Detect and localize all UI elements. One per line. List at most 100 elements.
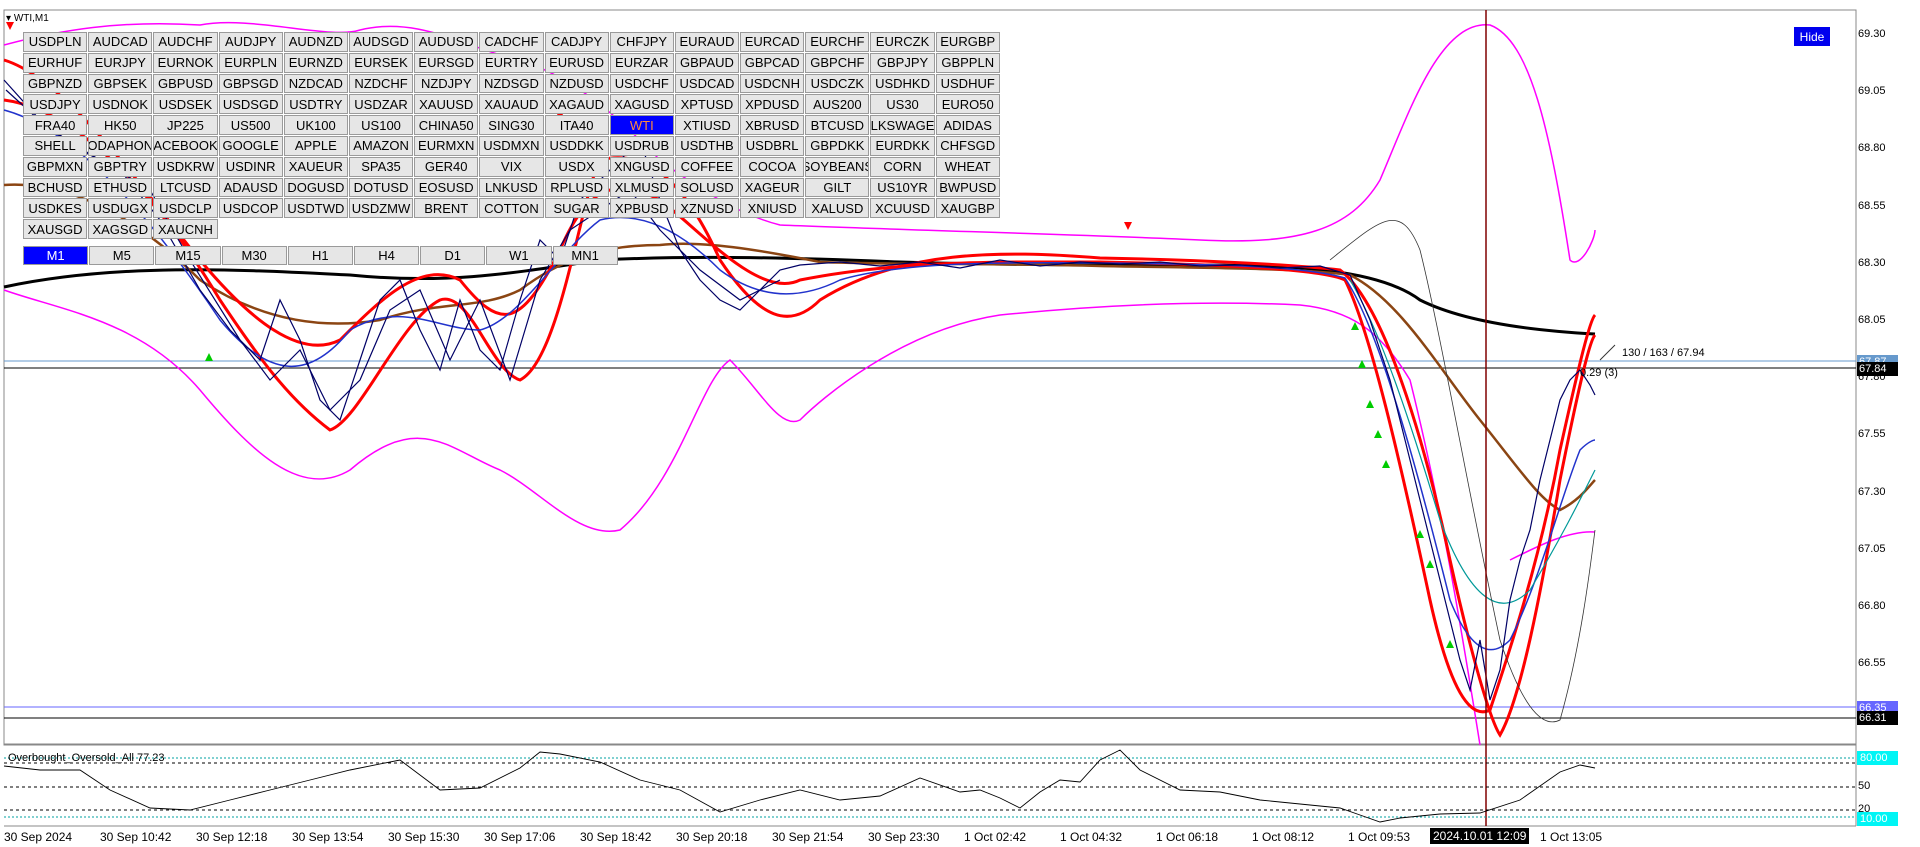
symbol-button-aus200[interactable]: AUS200 [805, 94, 870, 115]
symbol-button-audchf[interactable]: AUDCHF [153, 32, 218, 52]
symbol-button-xauaud[interactable]: XAUAUD [479, 94, 544, 115]
symbol-button-eurhuf[interactable]: EURHUF [23, 52, 88, 73]
symbol-button-xageur[interactable]: XAGEUR [740, 177, 805, 198]
symbol-button-ita40[interactable]: ITA40 [544, 115, 609, 135]
symbol-button-usdinr[interactable]: USDINR [218, 156, 283, 177]
symbol-button-adidas[interactable]: ADIDAS [935, 115, 1000, 135]
symbol-button-adausd[interactable]: ADAUSD [218, 177, 283, 198]
symbol-button-apple[interactable]: APPLE [283, 135, 348, 156]
symbol-button-eursgd[interactable]: EURSGD [414, 52, 479, 73]
symbol-button-usdkes[interactable]: USDKES [23, 198, 88, 219]
symbol-button-xagaud[interactable]: XAGAUD [544, 94, 609, 115]
symbol-button-xaueur[interactable]: XAUEUR [283, 156, 348, 177]
timeframe-button-h4[interactable]: H4 [353, 246, 420, 265]
symbol-button-jp225[interactable]: JP225 [153, 115, 218, 135]
symbol-button-eurnzd[interactable]: EURNZD [283, 52, 348, 73]
symbol-button-brent[interactable]: BRENT [414, 198, 479, 219]
symbol-button-cocoa[interactable]: COCOA [740, 156, 805, 177]
symbol-button-usdtwd[interactable]: USDTWD [283, 198, 348, 219]
symbol-button-eurczk[interactable]: EURCZK [870, 32, 935, 52]
symbol-button-gbpmxn[interactable]: GBPMXN [23, 156, 88, 177]
symbol-button-usdsgd[interactable]: USDSGD [218, 94, 283, 115]
symbol-button-xagsgd[interactable]: XAGSGD [88, 219, 153, 239]
symbol-button-usdpln[interactable]: USDPLN [23, 32, 88, 52]
symbol-button-xniusd[interactable]: XNIUSD [740, 198, 805, 219]
symbol-button-spa35[interactable]: SPA35 [348, 156, 414, 177]
timeframe-button-d1[interactable]: D1 [420, 246, 486, 265]
symbol-button-us10yr[interactable]: US10YR [870, 177, 935, 198]
symbol-button-audcad[interactable]: AUDCAD [88, 32, 153, 52]
symbol-button-bchusd[interactable]: BCHUSD [23, 177, 88, 198]
timeframe-button-m30[interactable]: M30 [221, 246, 287, 265]
symbol-button-eurnok[interactable]: EURNOK [153, 52, 218, 73]
symbol-button-euro50[interactable]: EURO50 [935, 94, 1000, 115]
symbol-button-acebook[interactable]: ACEBOOK [153, 135, 218, 156]
symbol-button-gbppln[interactable]: GBPPLN [935, 52, 1000, 73]
symbol-button-xaugbp[interactable]: XAUGBP [935, 198, 1000, 219]
symbol-button-btcusd[interactable]: BTCUSD [805, 115, 870, 135]
symbol-button-usdzar[interactable]: USDZAR [348, 94, 414, 115]
symbol-button-gbpaud[interactable]: GBPAUD [674, 52, 740, 73]
symbol-button-nzdsgd[interactable]: NZDSGD [479, 73, 544, 94]
symbol-button-xalusd[interactable]: XALUSD [805, 198, 870, 219]
timeframe-button-w1[interactable]: W1 [486, 246, 552, 265]
symbol-button-usddkk[interactable]: USDDKK [544, 135, 609, 156]
symbol-button-usdcop[interactable]: USDCOP [218, 198, 283, 219]
symbol-button-gbpjpy[interactable]: GBPJPY [870, 52, 935, 73]
symbol-button-xagusd[interactable]: XAGUSD [609, 94, 674, 115]
symbol-button-eurcad[interactable]: EURCAD [740, 32, 805, 52]
symbol-button-eursek[interactable]: EURSEK [348, 52, 414, 73]
symbol-button-cadjpy[interactable]: CADJPY [544, 32, 609, 52]
symbol-button-fra40[interactable]: FRA40 [23, 115, 88, 135]
symbol-button-usdczk[interactable]: USDCZK [805, 73, 870, 94]
symbol-button-xznusd[interactable]: XZNUSD [674, 198, 740, 219]
symbol-button-google[interactable]: GOOGLE [218, 135, 283, 156]
symbol-button-uk100[interactable]: UK100 [283, 115, 348, 135]
timeframe-button-m15[interactable]: M15 [155, 246, 221, 265]
symbol-button-lnkusd[interactable]: LNKUSD [479, 177, 544, 198]
symbol-button-eurjpy[interactable]: EURJPY [88, 52, 153, 73]
symbol-button-usdjpy[interactable]: USDJPY [23, 94, 88, 115]
symbol-button-usdhkd[interactable]: USDHKD [870, 73, 935, 94]
symbol-button-usdx[interactable]: USDX [544, 156, 609, 177]
symbol-button-us500[interactable]: US500 [218, 115, 283, 135]
symbol-button-eurusd[interactable]: EURUSD [544, 52, 609, 73]
symbol-button-soybeans[interactable]: SOYBEANS [805, 156, 870, 177]
symbol-button-usdrub[interactable]: USDRUB [609, 135, 674, 156]
symbol-button-usdtry[interactable]: USDTRY [283, 94, 348, 115]
symbol-button-eurgbp[interactable]: EURGBP [935, 32, 1000, 52]
symbol-button-gbpsgd[interactable]: GBPSGD [218, 73, 283, 94]
symbol-button-nzdcad[interactable]: NZDCAD [283, 73, 348, 94]
symbol-button-cadchf[interactable]: CADCHF [479, 32, 544, 52]
symbol-button-eurchf[interactable]: EURCHF [805, 32, 870, 52]
symbol-button-rplusd[interactable]: RPLUSD [544, 177, 609, 198]
symbol-button-usdcnh[interactable]: USDCNH [740, 73, 805, 94]
symbol-button-cotton[interactable]: COTTON [479, 198, 544, 219]
symbol-button-coffee[interactable]: COFFEE [674, 156, 740, 177]
symbol-button-hk50[interactable]: HK50 [88, 115, 153, 135]
symbol-button-usdthb[interactable]: USDTHB [674, 135, 740, 156]
symbol-button-usdchf[interactable]: USDCHF [609, 73, 674, 94]
symbol-button-xaucnh[interactable]: XAUCNH [153, 219, 218, 239]
symbol-button-eosusd[interactable]: EOSUSD [414, 177, 479, 198]
symbol-button-chfjpy[interactable]: CHFJPY [609, 32, 674, 52]
symbol-button-solusd[interactable]: SOLUSD [674, 177, 740, 198]
symbol-button-xpdusd[interactable]: XPDUSD [740, 94, 805, 115]
symbol-button-eurmxn[interactable]: EURMXN [414, 135, 479, 156]
symbol-button-audusd[interactable]: AUDUSD [414, 32, 479, 52]
symbol-button-gbpdkk[interactable]: GBPDKK [805, 135, 870, 156]
symbol-button-shell[interactable]: SHELL [23, 135, 88, 156]
symbol-button-nzdjpy[interactable]: NZDJPY [414, 73, 479, 94]
symbol-button-china50[interactable]: CHINA50 [414, 115, 479, 135]
symbol-button-usdbrl[interactable]: USDBRL [740, 135, 805, 156]
symbol-button-xbrusd[interactable]: XBRUSD [740, 115, 805, 135]
symbol-button-dotusd[interactable]: DOTUSD [348, 177, 414, 198]
symbol-button-amazon[interactable]: AMAZON [348, 135, 414, 156]
symbol-button-usdkrw[interactable]: USDKRW [153, 156, 218, 177]
symbol-button-nzdusd[interactable]: NZDUSD [544, 73, 609, 94]
symbol-button-ltcusd[interactable]: LTCUSD [153, 177, 218, 198]
symbol-button-xpbusd[interactable]: XPBUSD [609, 198, 674, 219]
symbol-button-eurdkk[interactable]: EURDKK [870, 135, 935, 156]
symbol-button-eurzar[interactable]: EURZAR [609, 52, 674, 73]
symbol-button-chfsgd[interactable]: CHFSGD [935, 135, 1000, 156]
